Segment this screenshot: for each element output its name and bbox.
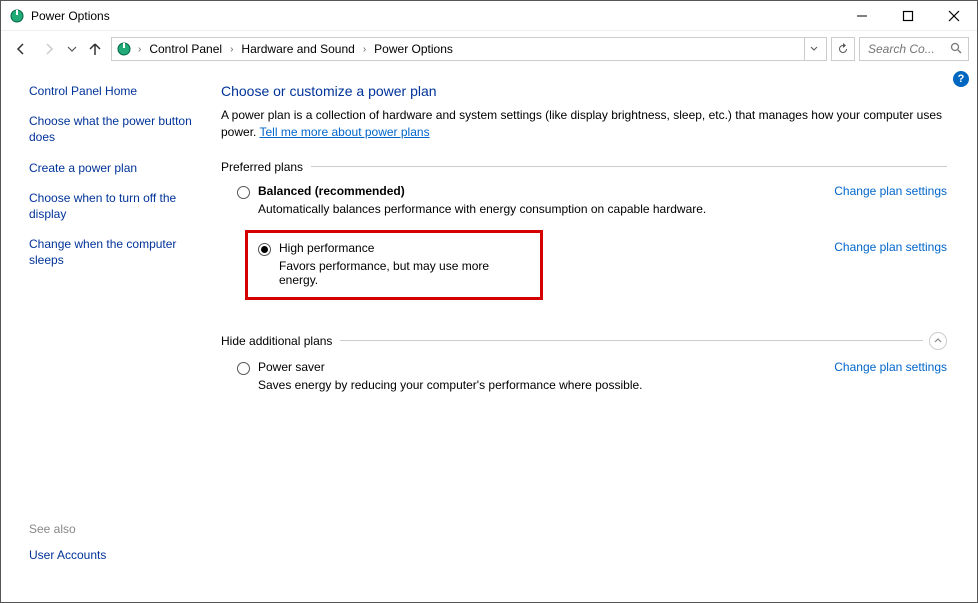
breadcrumb-item[interactable]: Control Panel	[145, 42, 226, 56]
titlebar: Power Options	[1, 1, 977, 31]
chevron-right-icon[interactable]: ›	[228, 44, 235, 55]
plan-desc-power-saver: Saves energy by reducing your computer's…	[258, 378, 947, 392]
control-panel-home-link[interactable]: Control Panel Home	[29, 83, 201, 99]
page-heading: Choose or customize a power plan	[221, 83, 947, 99]
collapse-toggle[interactable]	[929, 332, 947, 350]
additional-plans-text: Hide additional plans	[221, 334, 332, 348]
maximize-button[interactable]	[885, 1, 931, 31]
search-icon[interactable]	[950, 42, 962, 57]
window-title: Power Options	[31, 9, 110, 23]
refresh-button[interactable]	[831, 37, 855, 61]
sidebar-link-computer-sleeps[interactable]: Change when the computer sleeps	[29, 236, 201, 268]
content-area: ? Control Panel Home Choose what the pow…	[1, 67, 977, 602]
close-button[interactable]	[931, 1, 977, 31]
radio-power-saver[interactable]	[237, 362, 250, 375]
search-box[interactable]	[859, 37, 969, 61]
navigation-row: › Control Panel › Hardware and Sound › P…	[1, 31, 977, 67]
divider	[311, 166, 947, 167]
plan-high-performance-row: High performance Favors performance, but…	[237, 230, 947, 316]
sidebar: Control Panel Home Choose what the power…	[1, 67, 211, 602]
minimize-button[interactable]	[839, 1, 885, 31]
up-button[interactable]	[83, 37, 107, 61]
change-settings-balanced[interactable]: Change plan settings	[834, 184, 947, 198]
plan-balanced: Balanced (recommended) Change plan setti…	[237, 184, 947, 216]
plan-name-high-performance[interactable]: High performance	[279, 241, 374, 255]
breadcrumb-item[interactable]: Power Options	[370, 42, 457, 56]
preferred-plans-text: Preferred plans	[221, 160, 303, 174]
see-also-user-accounts[interactable]: User Accounts	[29, 548, 106, 562]
plan-name-balanced[interactable]: Balanced (recommended)	[258, 184, 405, 198]
learn-more-link[interactable]: Tell me more about power plans	[259, 125, 429, 139]
address-bar[interactable]: › Control Panel › Hardware and Sound › P…	[111, 37, 827, 61]
power-options-icon	[9, 8, 25, 24]
additional-plans-label[interactable]: Hide additional plans	[221, 332, 947, 350]
change-settings-power-saver[interactable]: Change plan settings	[834, 360, 947, 374]
sidebar-link-create-plan[interactable]: Create a power plan	[29, 160, 201, 176]
plan-high-performance: High performance Favors performance, but…	[258, 241, 530, 287]
power-options-icon	[116, 41, 132, 57]
divider	[340, 340, 923, 341]
radio-high-performance[interactable]	[258, 243, 271, 256]
plan-desc-high-performance: Favors performance, but may use more ene…	[279, 259, 530, 287]
back-button[interactable]	[9, 37, 33, 61]
plan-name-power-saver[interactable]: Power saver	[258, 360, 325, 374]
highlight-box: High performance Favors performance, but…	[245, 230, 543, 300]
breadcrumb-item[interactable]: Hardware and Sound	[237, 42, 358, 56]
main-panel: Choose or customize a power plan A power…	[211, 67, 977, 602]
intro-text: A power plan is a collection of hardware…	[221, 107, 947, 142]
preferred-plans-label: Preferred plans	[221, 160, 947, 174]
help-icon[interactable]: ?	[953, 71, 969, 87]
plan-desc-balanced: Automatically balances performance with …	[258, 202, 947, 216]
plan-power-saver: Power saver Change plan settings Saves e…	[237, 360, 947, 392]
window-frame: Power Options	[0, 0, 978, 603]
sidebar-link-turn-off-display[interactable]: Choose when to turn off the display	[29, 190, 201, 222]
see-also-section: See also User Accounts	[29, 522, 201, 562]
window-buttons	[839, 1, 977, 31]
address-dropdown[interactable]	[804, 38, 822, 60]
history-dropdown[interactable]	[65, 37, 79, 61]
change-settings-high-performance[interactable]: Change plan settings	[834, 230, 947, 254]
search-input[interactable]	[866, 41, 946, 57]
chevron-right-icon[interactable]: ›	[361, 44, 368, 55]
see-also-label: See also	[29, 522, 201, 536]
forward-button[interactable]	[37, 37, 61, 61]
chevron-right-icon[interactable]: ›	[136, 44, 143, 55]
sidebar-link-power-button[interactable]: Choose what the power button does	[29, 113, 201, 145]
radio-balanced[interactable]	[237, 186, 250, 199]
